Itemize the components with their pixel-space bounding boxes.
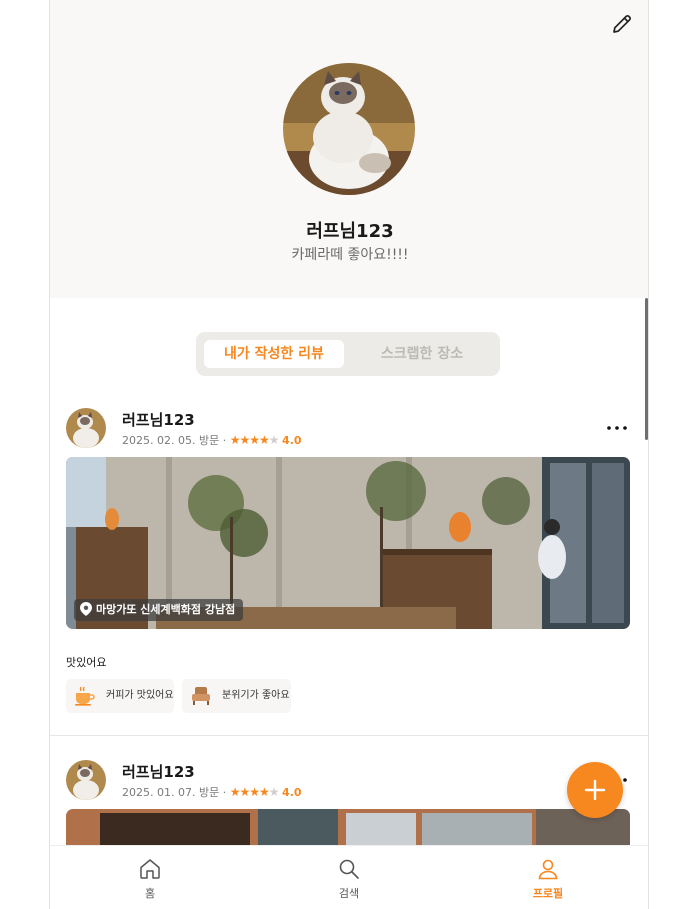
reviewer-name[interactable]: 러프님123 — [122, 409, 195, 430]
nav-label: 홈 — [144, 887, 156, 900]
star-empty-icon: ★ — [268, 433, 280, 447]
meta-separator: · — [222, 786, 227, 799]
reviewer-name[interactable]: 러프님123 — [122, 761, 195, 782]
star-icon: ★ — [239, 433, 250, 447]
nav-item-search[interactable]: 검색 — [289, 846, 409, 909]
review-divider — [50, 735, 648, 736]
keyword-label: 분위기가 좋아요 — [222, 690, 290, 701]
keyword-chip: 분위기가 좋아요 — [182, 679, 291, 713]
nav-item-home[interactable]: 홈 — [90, 846, 210, 909]
rating-value: 4.0 — [282, 434, 302, 447]
star-rating: ★★★★★ — [230, 433, 280, 447]
nav-label: 프로필 — [532, 887, 564, 900]
rating-value: 4.0 — [282, 786, 302, 799]
star-icon: ★ — [259, 433, 270, 447]
add-review-button[interactable] — [567, 762, 623, 818]
profile-bio: 카페라떼 좋아요!!!! — [291, 247, 409, 263]
coffee-cup-icon — [75, 686, 95, 706]
star-rating: ★★★★★ — [230, 785, 280, 799]
armchair-icon — [192, 687, 210, 705]
keyword-label: 커피가 맛있어요 — [106, 690, 174, 701]
review-meta: 2025. 01. 07. 방문 · ★★★★★ 4.0 — [122, 784, 302, 800]
keyword-chip: 커피가 맛있어요 — [66, 679, 174, 713]
review-text: 맛있어요 — [66, 656, 107, 669]
visit-date: 2025. 01. 07. 방문 — [122, 786, 220, 799]
profile-name: 러프님123 — [306, 221, 394, 242]
review-tabs: 내가 작성한 리뷰 스크랩한 장소 — [196, 332, 500, 376]
reviewer-avatar[interactable] — [66, 408, 106, 448]
tab-my-reviews[interactable]: 내가 작성한 리뷰 — [204, 340, 344, 368]
plus-icon — [584, 779, 606, 801]
place-name: 마망가또 신세계백화점 강남점 — [96, 603, 236, 616]
star-icon: ★ — [259, 785, 270, 799]
review-meta: 2025. 02. 05. 방문 · ★★★★★ 4.0 — [122, 432, 302, 448]
star-icon: ★ — [239, 785, 250, 799]
pencil-icon — [613, 15, 631, 33]
profile-header: 러프님123 카페라떼 좋아요!!!! — [50, 0, 648, 298]
tab-scrapped-places[interactable]: 스크랩한 장소 — [352, 340, 492, 368]
reviewer-avatar[interactable] — [66, 760, 106, 800]
star-icon: ★ — [249, 785, 260, 799]
profile-avatar — [283, 63, 415, 195]
edit-profile-button[interactable] — [610, 12, 634, 36]
bottom-nav: 홈 검색 프로필 — [50, 845, 648, 909]
star-empty-icon: ★ — [268, 785, 280, 799]
user-icon — [538, 859, 558, 880]
star-icon: ★ — [249, 433, 260, 447]
more-options-button[interactable] — [606, 418, 628, 438]
nav-item-profile[interactable]: 프로필 — [488, 846, 608, 909]
location-pin-icon — [80, 602, 92, 616]
search-icon — [339, 859, 359, 879]
app-frame: 러프님123 카페라떼 좋아요!!!! 내가 작성한 리뷰 스크랩한 장소 러프… — [49, 0, 649, 909]
more-dots-icon — [607, 426, 627, 430]
visit-date: 2025. 02. 05. 방문 — [122, 434, 220, 447]
home-icon — [140, 859, 160, 879]
nav-label: 검색 — [338, 887, 360, 900]
place-tag[interactable]: 마망가또 신세계백화점 강남점 — [74, 599, 244, 621]
review-photo[interactable]: 마망가또 신세계백화점 강남점 — [66, 457, 630, 629]
meta-separator: · — [222, 434, 227, 447]
scrollbar-thumb[interactable] — [645, 298, 648, 440]
